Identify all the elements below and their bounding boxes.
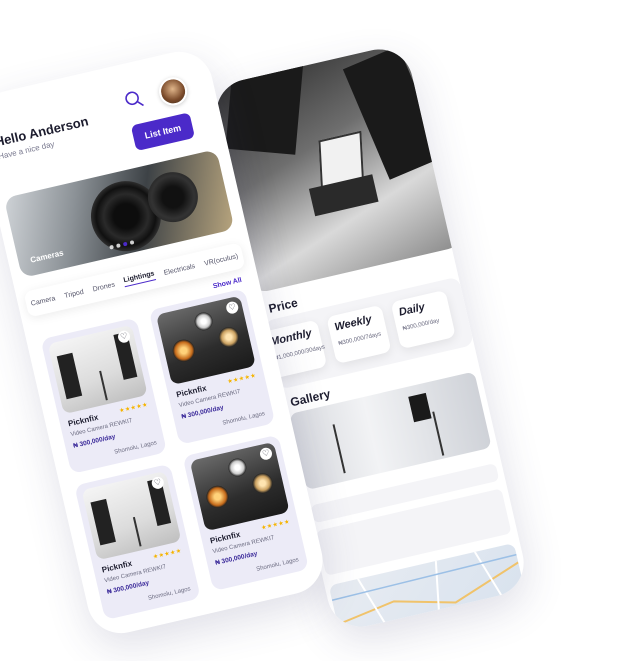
- product-location: Shomolu, Lagos: [147, 586, 192, 602]
- tab-lightings[interactable]: Lightings: [122, 270, 156, 288]
- price-option-label: Weekly: [333, 313, 373, 334]
- price-option-label: Monthly: [269, 327, 313, 349]
- rating-stars: ★★★★★: [260, 519, 291, 532]
- product-image: ♡: [189, 441, 290, 532]
- list-item-button[interactable]: List Item: [130, 112, 196, 152]
- tab-vr-oculus[interactable]: VR(oculus): [203, 253, 238, 268]
- rating-stars: ★★★★★: [226, 373, 257, 386]
- tab-camera[interactable]: Camera: [30, 295, 56, 307]
- product-card[interactable]: ♡ Picknfix ★★★★★ Video Camera REWKI7 ₦ 3…: [40, 317, 168, 475]
- price-option-label: Daily: [397, 301, 427, 319]
- rating-stars: ★★★★★: [152, 548, 183, 561]
- product-image: ♡: [81, 470, 182, 561]
- product-location: Shomolu, Lagos: [113, 440, 158, 456]
- tab-electricals[interactable]: Electricals: [163, 262, 196, 276]
- product-location: Shomolu, Lagos: [222, 411, 266, 427]
- banner-label: Cameras: [29, 248, 65, 265]
- search-icon[interactable]: [123, 89, 145, 111]
- product-card[interactable]: ♡ Picknfix ★★★★★ Video Camera REWKI7 ₦ 3…: [148, 288, 276, 445]
- product-image: ♡: [47, 324, 148, 415]
- avatar[interactable]: [156, 74, 190, 109]
- product-card[interactable]: ♡ Picknfix ★★★★★ Video Camera REWKI7 ₦ 3…: [182, 434, 310, 592]
- price-option-value: ₦300,000/7days: [337, 331, 382, 348]
- price-option-value: ₦300,000/day: [402, 318, 440, 333]
- product-location: Shomolu, Lagos: [255, 557, 300, 573]
- rating-stars: ★★★★★: [118, 402, 149, 415]
- product-image: ♡: [155, 295, 256, 386]
- tab-drones[interactable]: Drones: [92, 281, 116, 293]
- tab-tripod[interactable]: Tripod: [64, 288, 85, 299]
- heart-icon[interactable]: ♡: [258, 446, 274, 461]
- product-card[interactable]: ♡ Picknfix ★★★★★ Video Camera REWKI7 ₦ 3…: [74, 463, 201, 621]
- price-section-title: Price: [267, 295, 300, 316]
- heart-icon[interactable]: ♡: [225, 300, 240, 315]
- show-all-link[interactable]: Show All: [212, 277, 242, 290]
- price-option-value: ₦1,000,000/30days: [273, 344, 326, 362]
